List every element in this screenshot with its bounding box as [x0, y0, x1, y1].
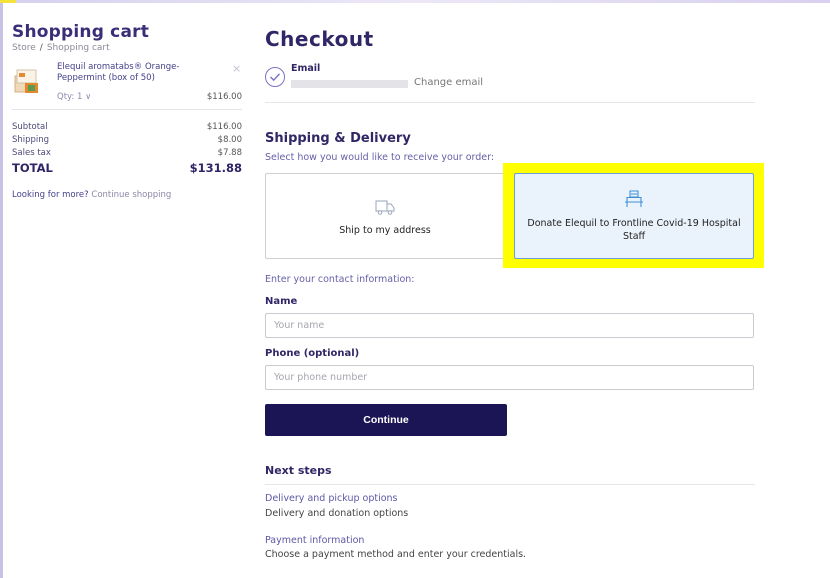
quantity-selector[interactable]: Qty: 1 ∨: [57, 92, 91, 102]
step-delivery-description: Delivery and donation options: [265, 508, 409, 519]
shopping-cart-panel: Shopping cart Store / Shopping cart Elequi…: [12, 22, 242, 200]
summary-value: $116.00: [206, 121, 242, 132]
total-value: $131.88: [189, 161, 242, 175]
cart-item: Elequil aromatabs® Orange-Peppermint (bo…: [12, 61, 242, 110]
summary-sales-tax: Sales tax $7.88: [12, 146, 242, 159]
truck-icon: [375, 200, 395, 215]
step-payment-description: Choose a payment method and enter your c…: [265, 549, 527, 560]
ship-option-label: Ship to my address: [339, 225, 431, 236]
divider: [265, 102, 755, 103]
ship-to-address-option[interactable]: Ship to my address: [265, 173, 505, 259]
continue-shopping-prompt: Looking for more? Continue shopping: [12, 190, 242, 200]
summary-value: $8.00: [217, 134, 242, 145]
shipping-instructions: Select how you would like to receive you…: [265, 152, 495, 163]
name-input[interactable]: [265, 313, 754, 338]
more-text: Looking for more?: [12, 190, 89, 200]
breadcrumb: Store / Shopping cart: [12, 43, 242, 53]
hospital-bed-icon: [625, 190, 643, 207]
divider: [265, 484, 755, 485]
continue-shopping-link[interactable]: Continue shopping: [91, 190, 171, 200]
summary-subtotal: Subtotal $116.00: [12, 120, 242, 133]
order-summary: Subtotal $116.00 Shipping $8.00 Sales ta…: [12, 120, 242, 176]
next-steps-title: Next steps: [265, 464, 332, 477]
step-delivery-title: Delivery and pickup options: [265, 493, 398, 504]
page-title: Checkout: [265, 27, 374, 51]
name-label: Name: [265, 296, 298, 307]
phone-label: Phone (optional): [265, 348, 360, 359]
summary-shipping: Shipping $8.00: [12, 133, 242, 146]
donate-option[interactable]: Donate Elequil to Frontline Covid-19 Hos…: [514, 173, 754, 259]
total-label: TOTAL: [12, 161, 53, 175]
breadcrumb-current: Shopping cart: [46, 43, 110, 53]
summary-label: Shipping: [12, 134, 50, 145]
contact-instructions: Enter your contact information:: [265, 274, 415, 285]
email-value-redacted: [291, 80, 408, 88]
remove-item-icon[interactable]: ×: [232, 62, 241, 75]
left-edge: [0, 0, 3, 578]
phone-input[interactable]: [265, 365, 754, 390]
step-payment-title: Payment information: [265, 535, 365, 546]
breadcrumb-store[interactable]: Store: [12, 43, 36, 53]
product-box-icon: [14, 69, 38, 93]
check-circle-icon: [265, 67, 285, 87]
donate-option-label: Donate Elequil to Frontline Covid-19 Hos…: [527, 218, 741, 242]
breadcrumb-separator: /: [39, 43, 43, 53]
email-label: Email: [291, 63, 321, 74]
top-edge: [0, 0, 830, 3]
corner-mark: [0, 0, 16, 3]
shipping-section-title: Shipping & Delivery: [265, 131, 411, 146]
cart-title: Shopping cart: [12, 22, 150, 42]
item-price: $116.00: [206, 92, 242, 102]
summary-total: TOTAL $131.88: [12, 161, 242, 175]
summary-label: Sales tax: [12, 147, 51, 158]
continue-button[interactable]: Continue: [265, 404, 507, 436]
item-name[interactable]: Elequil aromatabs® Orange-Peppermint (bo…: [57, 62, 207, 84]
summary-value: $7.88: [217, 147, 242, 158]
change-email-link[interactable]: Change email: [414, 77, 483, 88]
summary-label: Subtotal: [12, 121, 48, 132]
